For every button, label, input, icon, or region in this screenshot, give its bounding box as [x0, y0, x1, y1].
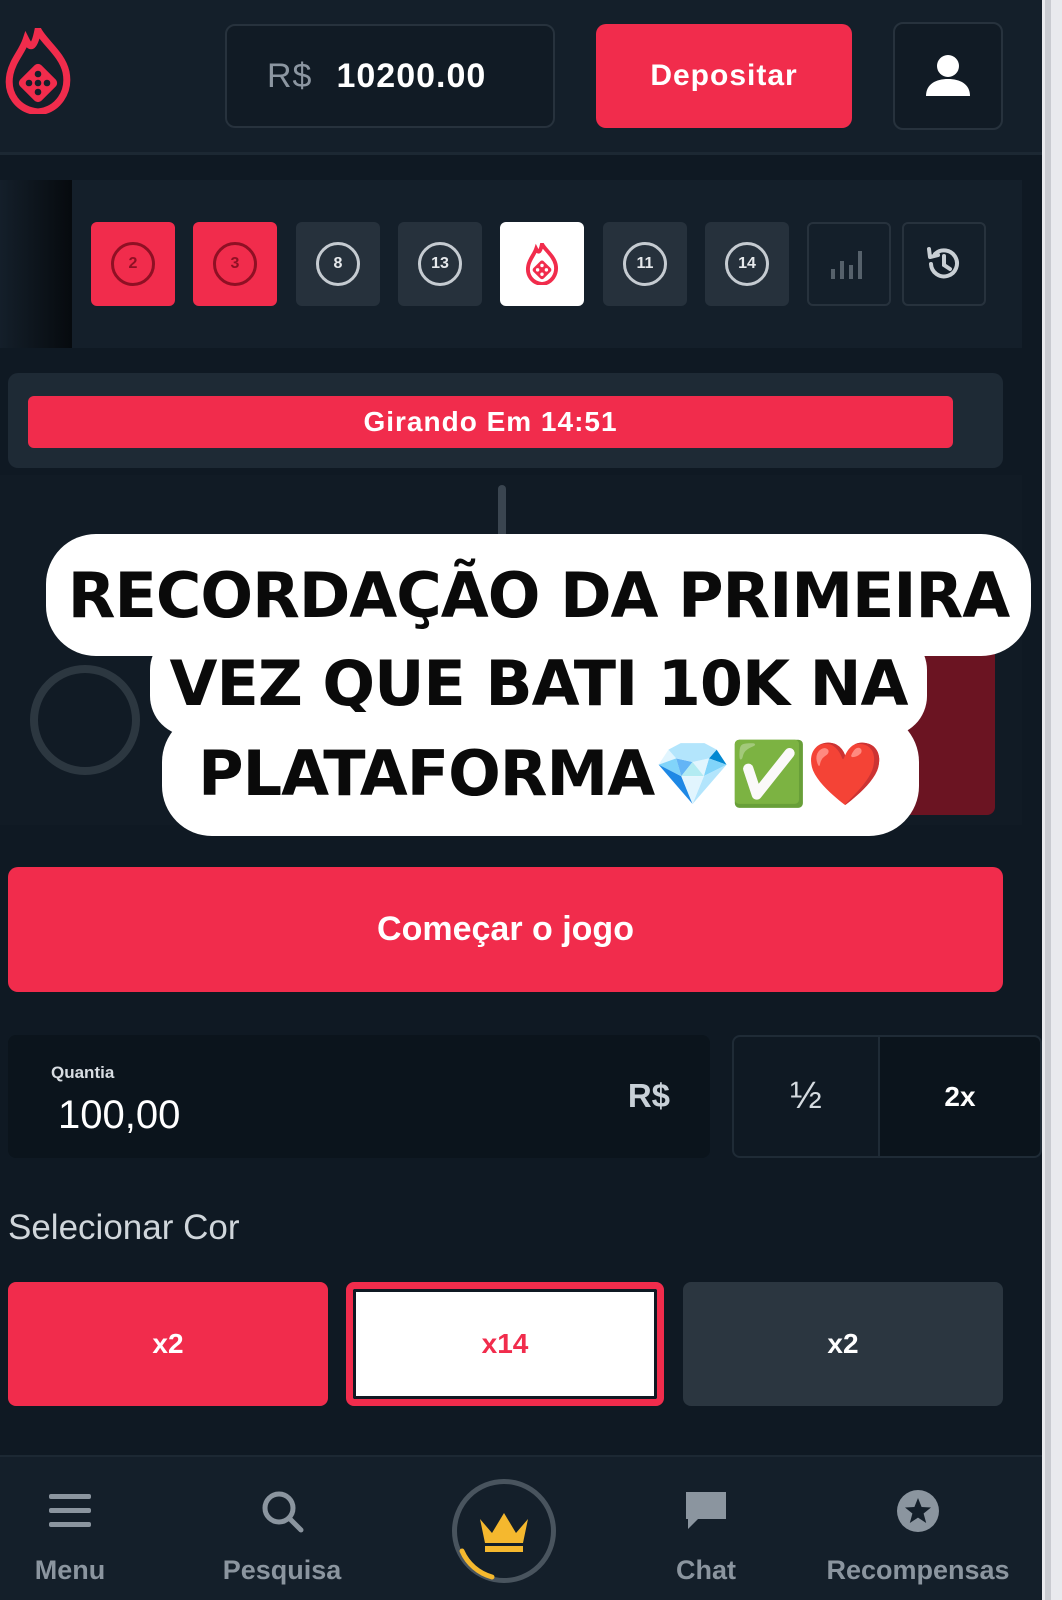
result-chip: 11: [603, 222, 687, 306]
result-chip: [500, 222, 584, 306]
nav-label-search: Pesquisa: [222, 1555, 342, 1585]
nav-item-search[interactable]: Pesquisa: [182, 1457, 382, 1600]
result-number: 2: [111, 242, 155, 286]
top-header: R$ 10200.00 Depositar: [0, 0, 1042, 155]
star-badge-icon: [897, 1490, 939, 1532]
select-color-title: Selecionar Cor: [8, 1208, 240, 1247]
result-number: 11: [623, 242, 667, 286]
blaze-logo-icon[interactable]: [4, 28, 72, 114]
chat-icon: [686, 1492, 726, 1529]
color-white-button[interactable]: x14: [346, 1282, 664, 1406]
scrollbar[interactable]: [1045, 0, 1051, 1600]
bottom-navigation: Menu Pesquisa Chat Recompensas: [0, 1455, 1042, 1600]
amount-value[interactable]: 100,00: [58, 1093, 180, 1138]
timer-panel: Girando Em 14:51: [8, 373, 1003, 468]
result-chip: 2: [91, 222, 175, 306]
color-red-button[interactable]: x2: [8, 1282, 328, 1406]
menu-icon: [49, 1494, 91, 1527]
deposit-button[interactable]: Depositar: [596, 24, 852, 128]
search-icon: [262, 1491, 304, 1533]
result-number: 3: [213, 242, 257, 286]
history-icon: [927, 247, 959, 279]
nav-label-chat: Chat: [676, 1555, 736, 1585]
balance-currency: R$: [267, 56, 313, 95]
result-chip: 13: [398, 222, 482, 306]
double-bet-button[interactable]: 2x: [878, 1035, 1042, 1158]
amount-currency: R$: [627, 1077, 670, 1114]
caption-line-3: PLATAFORMA💎✅❤️: [162, 712, 919, 836]
stats-button[interactable]: [807, 222, 891, 306]
balance-value: 10200.00: [336, 56, 487, 95]
screen-edge: [1042, 0, 1062, 1600]
nav-label-rewards: Recompensas: [826, 1555, 1010, 1585]
result-number: 13: [418, 242, 462, 286]
amount-label: Quantia: [51, 1063, 115, 1082]
user-icon: [926, 55, 970, 96]
nav-item-rewards[interactable]: Recompensas: [818, 1457, 1018, 1600]
strip-shade: [0, 180, 72, 348]
progress-ring: [459, 1548, 495, 1580]
nav-item-menu[interactable]: Menu: [0, 1457, 170, 1600]
nav-item-chat[interactable]: Chat: [606, 1457, 806, 1600]
user-profile-button[interactable]: [893, 22, 1003, 130]
bar-chart-icon: [831, 251, 862, 279]
app-root: R$ 10200.00 Depositar 2 3 8 13 11 14 Gir…: [0, 0, 1042, 1600]
color-black-button[interactable]: x2: [683, 1282, 1003, 1406]
result-number: 14: [725, 242, 769, 286]
recent-results-strip: 2 3 8 13 11 14: [0, 180, 1022, 348]
bet-amount-field[interactable]: Quantia 100,00 R$: [8, 1035, 710, 1158]
result-number: 8: [316, 242, 360, 286]
result-chip: 14: [705, 222, 789, 306]
balance-display[interactable]: R$ 10200.00: [225, 24, 555, 128]
half-bet-button[interactable]: ½: [732, 1035, 880, 1158]
crown-button[interactable]: [452, 1479, 556, 1583]
history-button[interactable]: [902, 222, 986, 306]
overlay-caption: RECORDAÇÃO DA PRIMEIRA VEZ QUE BATI 10K …: [46, 534, 1031, 844]
countdown-bar: Girando Em 14:51: [28, 396, 953, 448]
result-chip: 3: [193, 222, 277, 306]
result-chip: 8: [296, 222, 380, 306]
blaze-logo-icon: [526, 243, 558, 285]
nav-label-menu: Menu: [34, 1555, 106, 1585]
start-game-button[interactable]: Começar o jogo: [8, 867, 1003, 992]
